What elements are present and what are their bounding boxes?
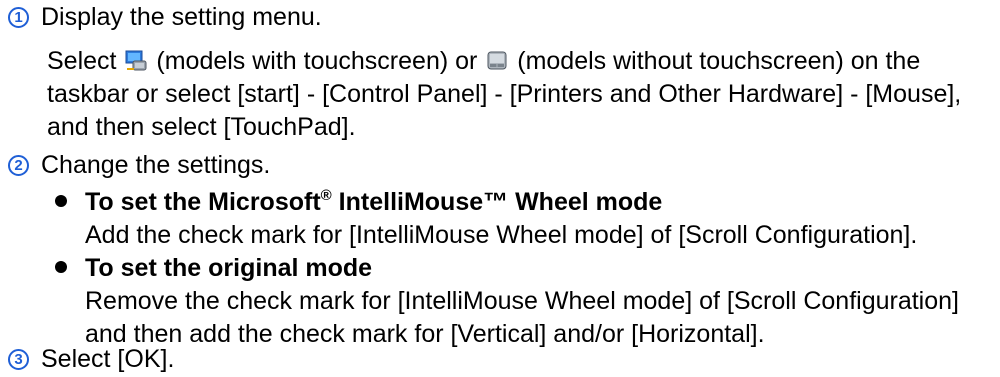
step-1-title: Display the setting menu. xyxy=(41,3,322,31)
bullet-body-original-mode: Remove the check mark for [IntelliMouse … xyxy=(85,287,959,348)
bullet-icon xyxy=(55,261,67,273)
bullet-icon xyxy=(55,195,67,207)
touchscreen-taskbar-icon xyxy=(125,48,147,71)
bullet-heading-original-mode: To set the original mode xyxy=(55,252,995,285)
step-3: 3 Select [OK]. xyxy=(8,343,174,376)
step-3-title: Select [OK]. xyxy=(41,345,175,373)
bullet-body-wheel-mode: Add the check mark for [IntelliMouse Whe… xyxy=(85,221,918,249)
step-1-body-pre: Select xyxy=(47,47,117,75)
instruction-page: 1 Display the setting menu. Select (mode… xyxy=(0,0,1000,377)
step-1-body-mid: (models with touchscreen) or xyxy=(149,47,485,75)
touchpad-taskbar-icon xyxy=(486,48,508,70)
step-2: 2 Change the settings. xyxy=(8,149,270,182)
step-1-body: Select (models with touchscreen) or (mod… xyxy=(47,45,992,144)
step-1: 1 Display the setting menu. xyxy=(8,1,322,34)
bullet-item-original-mode: To set the original mode Remove the chec… xyxy=(55,252,995,351)
step-number-2: 2 xyxy=(8,155,29,176)
bullet-heading-wheel-mode: To set the Microsoft® IntelliMouse™ Whee… xyxy=(55,186,995,219)
step-number-3: 3 xyxy=(8,349,29,370)
step-number-1: 1 xyxy=(8,7,29,28)
bullet-item-wheel-mode: To set the Microsoft® IntelliMouse™ Whee… xyxy=(55,186,995,252)
step-2-title: Change the settings. xyxy=(41,151,271,179)
